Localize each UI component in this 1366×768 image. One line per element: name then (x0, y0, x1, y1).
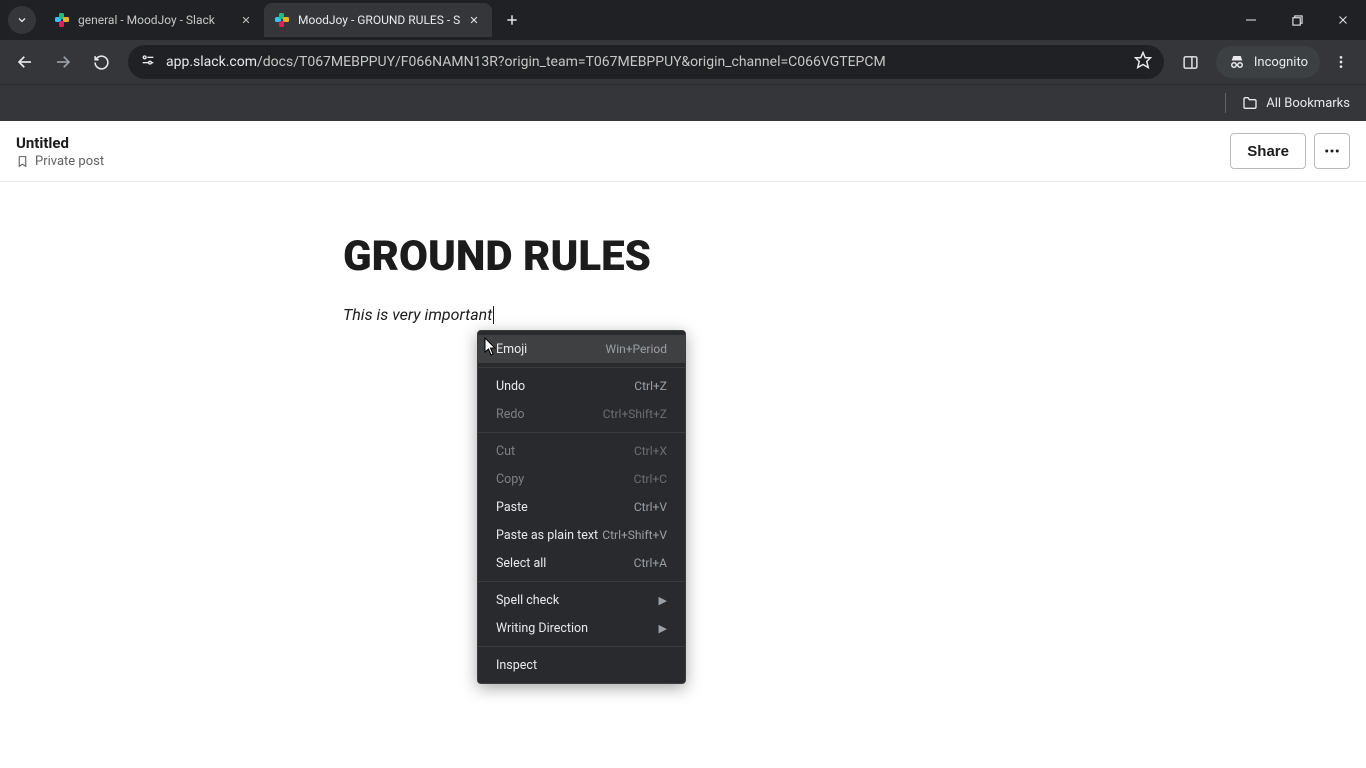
menu-item-label: Paste (496, 500, 528, 515)
forward-button[interactable] (46, 45, 80, 79)
star-icon (1134, 51, 1152, 69)
arrow-right-icon (54, 53, 72, 71)
tab-strip: general - MoodJoy - Slack MoodJoy - GROU… (0, 0, 1366, 40)
context-menu-inspect[interactable]: Inspect (478, 651, 685, 679)
page-title: Untitled (16, 134, 1230, 152)
back-button[interactable] (8, 45, 42, 79)
minimize-button[interactable] (1228, 0, 1274, 40)
context-menu-writing-direction[interactable]: Writing Direction ▶ (478, 614, 685, 642)
minimize-icon (1245, 14, 1257, 26)
tab-active[interactable]: MoodJoy - GROUND RULES - S (264, 3, 492, 37)
menu-item-shortcut: Ctrl+Shift+V (602, 528, 667, 542)
tab-close-button[interactable] (466, 12, 482, 28)
site-info-icon[interactable] (140, 52, 156, 72)
menu-item-label: Inspect (496, 658, 537, 673)
menu-separator (478, 367, 685, 368)
context-menu-select-all[interactable]: Select all Ctrl+A (478, 549, 685, 577)
maximize-icon (1292, 15, 1303, 26)
more-actions-button[interactable] (1314, 133, 1350, 169)
folder-icon (1242, 95, 1258, 111)
menu-item-label: Cut (496, 444, 515, 459)
chevron-down-icon (16, 14, 28, 26)
menu-item-shortcut: Ctrl+V (634, 500, 667, 514)
menu-item-label: Spell check (496, 593, 559, 608)
share-label: Share (1247, 143, 1289, 160)
context-menu-redo: Redo Ctrl+Shift+Z (478, 400, 685, 428)
document-header: Untitled Private post Share (0, 121, 1366, 182)
tab-close-button[interactable] (238, 12, 254, 28)
doc-visibility-label: Private post (35, 154, 104, 169)
slack-favicon-icon (274, 12, 290, 28)
menu-item-label: Select all (496, 556, 546, 571)
close-window-button[interactable] (1320, 0, 1366, 40)
incognito-label: Incognito (1254, 55, 1308, 70)
menu-item-shortcut: Ctrl+A (634, 556, 667, 570)
menu-item-shortcut: Ctrl+Z (634, 379, 667, 393)
menu-item-label: Emoji (496, 342, 527, 357)
all-bookmarks-label: All Bookmarks (1266, 96, 1350, 111)
context-menu-copy: Copy Ctrl+C (478, 465, 685, 493)
plus-icon (505, 13, 519, 27)
menu-item-shortcut: Ctrl+X (634, 444, 667, 458)
url-text: app.slack.com/docs/T067MEBPPUY/F066NAMN1… (166, 54, 1124, 70)
menu-item-shortcut: Win+Period (606, 342, 667, 356)
context-menu-spell-check[interactable]: Spell check ▶ (478, 586, 685, 614)
menu-item-label: Paste as plain text (496, 528, 598, 543)
window-controls (1228, 0, 1366, 40)
new-tab-button[interactable] (498, 6, 526, 34)
menu-item-label: Redo (496, 407, 525, 422)
close-icon (469, 15, 479, 25)
menu-item-shortcut: Ctrl+C (634, 472, 667, 486)
document-body: GROUND RULES This is very important (0, 182, 1366, 324)
incognito-indicator[interactable]: Incognito (1216, 46, 1320, 78)
browser-chrome: general - MoodJoy - Slack MoodJoy - GROU… (0, 0, 1366, 121)
menu-separator (478, 432, 685, 433)
menu-separator (478, 581, 685, 582)
reload-icon (93, 54, 110, 71)
submenu-arrow-icon: ▶ (659, 622, 667, 635)
bookmark-icon (16, 155, 29, 168)
submenu-arrow-icon: ▶ (659, 594, 667, 607)
menu-separator (478, 646, 685, 647)
browser-toolbar: app.slack.com/docs/T067MEBPPUY/F066NAMN1… (0, 40, 1366, 84)
bookmarks-bar: All Bookmarks (0, 84, 1366, 121)
menu-item-shortcut: Ctrl+Shift+Z (603, 407, 667, 421)
doc-visibility[interactable]: Private post (16, 154, 1230, 169)
menu-item-label: Copy (496, 472, 524, 487)
close-icon (1337, 14, 1349, 26)
separator (1225, 93, 1226, 113)
arrow-left-icon (16, 53, 34, 71)
slack-favicon-icon (54, 12, 70, 28)
ellipsis-icon (1323, 142, 1341, 160)
tab-title: MoodJoy - GROUND RULES - S (298, 13, 460, 27)
browser-menu-button[interactable] (1324, 45, 1358, 79)
kebab-icon (1333, 54, 1349, 70)
address-bar[interactable]: app.slack.com/docs/T067MEBPPUY/F066NAMN1… (128, 45, 1164, 79)
context-menu-emoji[interactable]: Emoji Win+Period (478, 335, 685, 363)
document-heading[interactable]: GROUND RULES (343, 232, 1043, 281)
close-icon (241, 15, 251, 25)
side-panel-icon (1182, 54, 1199, 71)
tab-title: general - MoodJoy - Slack (78, 13, 232, 27)
bookmark-star-button[interactable] (1134, 51, 1152, 73)
share-button[interactable]: Share (1230, 133, 1306, 169)
menu-item-label: Undo (496, 379, 525, 394)
all-bookmarks-button[interactable]: All Bookmarks (1242, 95, 1350, 111)
menu-item-label: Writing Direction (496, 621, 588, 636)
incognito-icon (1228, 53, 1246, 71)
tab-inactive[interactable]: general - MoodJoy - Slack (44, 3, 264, 37)
reload-button[interactable] (84, 45, 118, 79)
context-menu-paste-plain[interactable]: Paste as plain text Ctrl+Shift+V (478, 521, 685, 549)
side-panel-button[interactable] (1174, 45, 1208, 79)
maximize-button[interactable] (1274, 0, 1320, 40)
tab-search-button[interactable] (8, 6, 36, 34)
context-menu: Emoji Win+Period Undo Ctrl+Z Redo Ctrl+S… (477, 330, 686, 684)
text-cursor (493, 306, 494, 324)
context-menu-cut: Cut Ctrl+X (478, 437, 685, 465)
context-menu-paste[interactable]: Paste Ctrl+V (478, 493, 685, 521)
context-menu-undo[interactable]: Undo Ctrl+Z (478, 372, 685, 400)
document-paragraph[interactable]: This is very important (343, 305, 1043, 324)
